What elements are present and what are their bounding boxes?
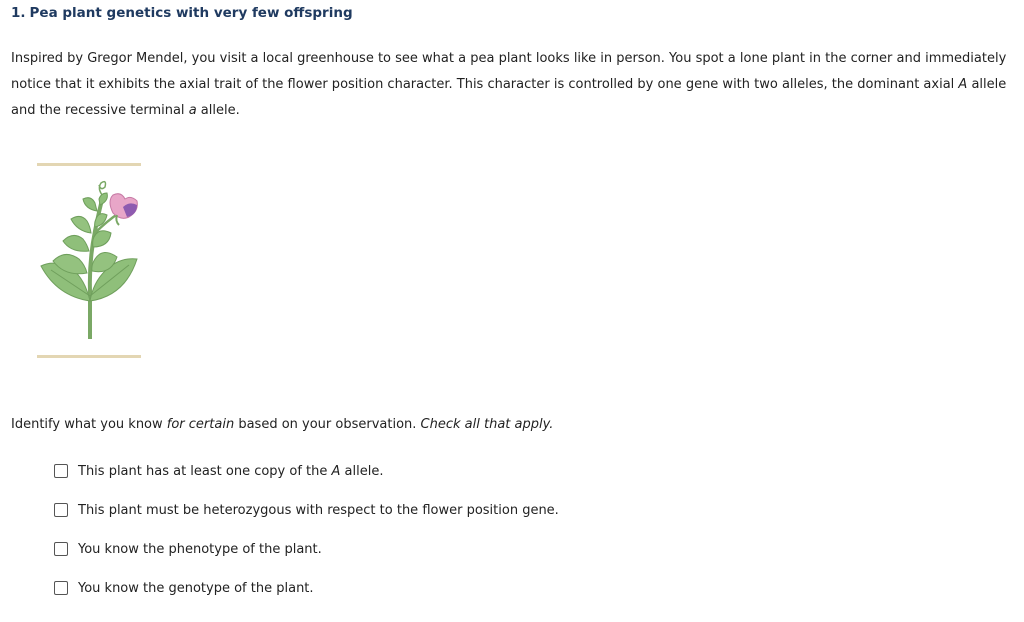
checkbox-option-3[interactable]	[54, 542, 68, 556]
option-1-text-end: allele.	[340, 463, 384, 479]
figure-bottom-border	[37, 355, 141, 358]
dominant-allele: A	[958, 77, 968, 92]
prompt-emphasis-1: for certain	[166, 417, 235, 432]
intro-text-3: allele.	[196, 103, 240, 118]
checkbox-option-1[interactable]	[54, 464, 68, 478]
option-3-label: You know the phenotype of the plant.	[78, 541, 322, 557]
question-title-text: Pea plant genetics with very few offspri…	[29, 5, 353, 21]
option-4-label: You know the genotype of the plant.	[78, 580, 314, 596]
answer-options: This plant has at least one copy of the …	[54, 461, 559, 617]
pea-plant-figure	[37, 163, 141, 360]
question-prompt: Identify what you know for certain based…	[11, 417, 553, 432]
answer-option-1[interactable]: This plant has at least one copy of the …	[54, 461, 559, 481]
option-1-label: This plant has at least one copy of the …	[78, 464, 383, 479]
figure-top-border	[37, 163, 141, 166]
option-1-text: This plant has at least one copy of the	[78, 463, 332, 479]
recessive-allele: a	[188, 103, 197, 118]
answer-option-3[interactable]: You know the phenotype of the plant.	[54, 539, 559, 559]
question-title: 1. Pea plant genetics with very few offsp…	[11, 5, 353, 21]
checkbox-option-4[interactable]	[54, 581, 68, 595]
answer-option-2[interactable]: This plant must be heterozygous with res…	[54, 500, 559, 520]
intro-text-1: Inspired by Gregor Mendel, you visit a l…	[11, 51, 1007, 92]
pea-plant-icon	[40, 180, 138, 339]
prompt-text-2: based on your observation.	[234, 417, 421, 432]
question-intro: Inspired by Gregor Mendel, you visit a l…	[11, 46, 1011, 124]
answer-option-4[interactable]: You know the genotype of the plant.	[54, 578, 559, 598]
prompt-text-1: Identify what you know	[11, 417, 167, 432]
question-number: 1.	[11, 5, 26, 21]
prompt-emphasis-2: Check all that apply.	[420, 417, 554, 432]
option-2-label: This plant must be heterozygous with res…	[78, 502, 559, 518]
checkbox-option-2[interactable]	[54, 503, 68, 517]
